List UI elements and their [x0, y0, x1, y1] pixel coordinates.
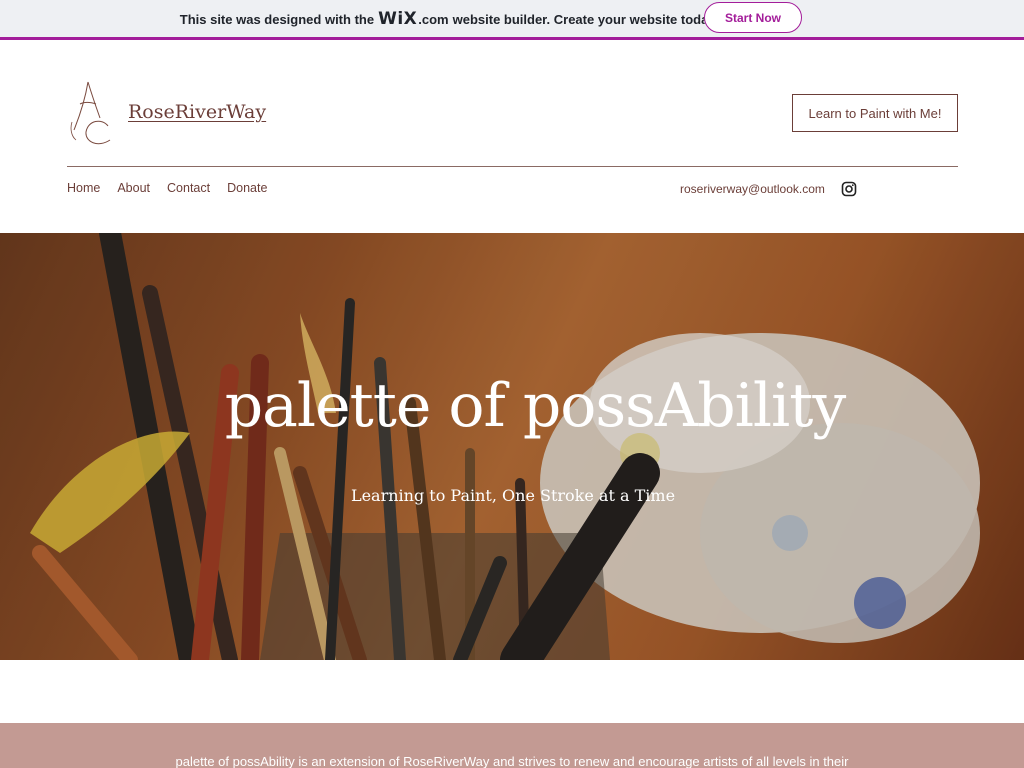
site-title[interactable]: RoseRiverWay — [128, 101, 266, 123]
email-link[interactable]: roseriverway@outlook.com — [680, 182, 825, 196]
nav-item-donate[interactable]: Donate — [227, 181, 267, 195]
wix-promo-banner: This site was designed with the WiX .com … — [0, 0, 1024, 40]
wix-logo: WiX — [378, 8, 418, 29]
nav-item-contact[interactable]: Contact — [167, 181, 210, 195]
hero-subtitle: Learning to Paint, One Stroke at a Time — [350, 486, 676, 505]
about-text: palette of possAbility is an extension o… — [175, 754, 849, 768]
main-nav: Home About Contact Donate — [67, 181, 284, 195]
wix-text-before: This site was designed with the — [179, 11, 375, 27]
nav-item-about[interactable]: About — [117, 181, 150, 195]
nav-item-home[interactable]: Home — [67, 181, 100, 195]
wix-dotcom: .com — [418, 11, 449, 27]
site-logo-icon[interactable] — [68, 80, 114, 148]
about-section: palette of possAbility is an extension o… — [0, 723, 1024, 768]
instagram-icon[interactable] — [841, 181, 857, 197]
hero-title: palette of possAbility — [224, 371, 847, 441]
wix-promo-text: This site was designed with the WiX .com … — [180, 9, 718, 29]
hero-banner: palette of possAbility Learning to Paint… — [0, 233, 1024, 660]
start-now-button[interactable]: Start Now — [704, 2, 802, 33]
hero-brushes-image — [0, 233, 1024, 660]
header-divider — [67, 166, 958, 167]
wix-text-after: website builder. Create your website tod… — [452, 11, 719, 27]
learn-to-paint-button[interactable]: Learn to Paint with Me! — [792, 94, 958, 132]
